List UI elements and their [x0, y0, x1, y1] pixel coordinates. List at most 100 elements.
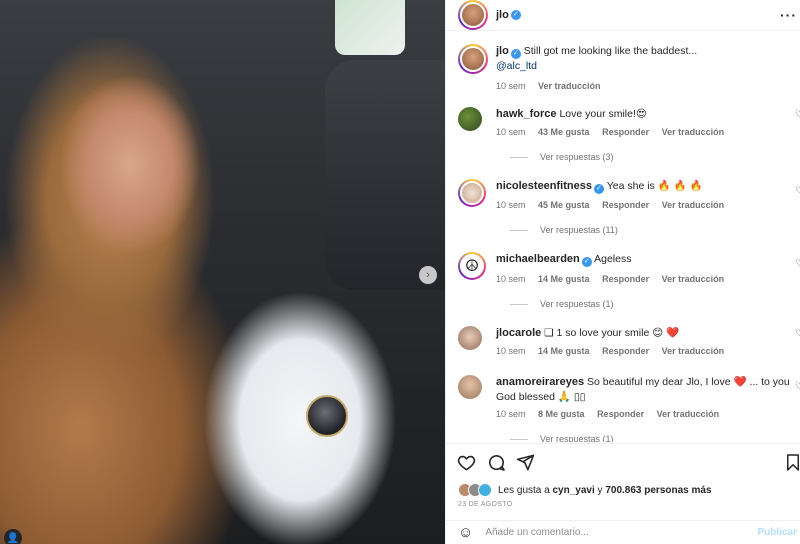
comment-username[interactable]: jlocarole [496, 327, 541, 339]
comment-likes[interactable]: 45 Me gusta [538, 200, 590, 210]
verified-badge-icon: ✓ [510, 10, 521, 20]
post-header: jlo ✓ ··· [446, 0, 800, 31]
likes-user[interactable]: cyn_yavi [553, 485, 595, 496]
comment-text: nicolesteenfitness ✓ Yea she is 🔥 🔥 🔥 [496, 179, 796, 194]
view-replies-label: Ver respuestas (1) [540, 434, 614, 442]
view-replies-label: Ver respuestas (3) [540, 152, 614, 162]
action-bar [446, 443, 800, 479]
car-seat [325, 60, 445, 290]
avatar[interactable] [458, 326, 482, 350]
comment-text: anamoreirareyes So beautiful my dear Jlo… [496, 375, 796, 405]
view-replies-label: Ver respuestas (1) [540, 299, 614, 309]
heart-icon[interactable] [456, 452, 476, 472]
avatar[interactable] [458, 107, 482, 131]
user-tag-icon[interactable]: 👤 [4, 529, 22, 544]
caption-mention[interactable]: @alc_ltd [496, 60, 537, 72]
comment-body: Ageless [594, 253, 632, 265]
comment-meta: 10 sem 14 Me gusta Responder Ver traducc… [496, 274, 734, 284]
comment-username[interactable]: anamoreirareyes [496, 376, 584, 388]
view-replies-button[interactable]: Ver respuestas (11) [510, 225, 618, 235]
likers-avatars[interactable] [458, 483, 492, 497]
translate-link[interactable]: Ver traducción [662, 127, 725, 137]
comment-username[interactable]: nicolesteenfitness [496, 180, 592, 192]
heart-icon[interactable]: ♡ [795, 109, 800, 120]
comment-time[interactable]: 10 sem [496, 200, 526, 210]
translate-link[interactable]: Ver traducción [662, 200, 725, 210]
comment-body: Love your smile!😍 [559, 108, 647, 120]
avatar[interactable] [458, 0, 488, 30]
heart-icon[interactable]: ♡ [795, 381, 800, 392]
divider [510, 438, 528, 440]
reply-button[interactable]: Responder [602, 200, 649, 210]
comment-meta: 10 sem 43 Me gusta Responder Ver traducc… [496, 127, 734, 137]
avatar[interactable]: ☮ [458, 252, 486, 280]
caption-text: jlo ✓ Still got me looking like the badde… [496, 44, 796, 74]
heart-icon[interactable]: ♡ [795, 328, 800, 339]
avatar[interactable] [458, 44, 488, 74]
comment-username[interactable]: hawk_force [496, 108, 557, 120]
post-photo[interactable]: › 👤 [0, 0, 445, 544]
verified-badge-icon: ✓ [510, 49, 521, 59]
comment-likes[interactable]: 43 Me gusta [538, 127, 590, 137]
post-date[interactable]: 23 DE AGOSTO [458, 501, 512, 508]
caption-body: Still got me looking like the baddest... [523, 45, 698, 57]
chevron-right-icon[interactable]: › [419, 266, 437, 284]
comment-time[interactable]: 10 sem [496, 346, 526, 356]
translate-link[interactable]: Ver traducción [657, 409, 720, 419]
caption-username[interactable]: jlo [496, 45, 509, 57]
view-replies-button[interactable]: Ver respuestas (1) [510, 434, 614, 442]
ellipsis-icon[interactable]: ··· [780, 7, 797, 23]
reply-button[interactable]: Responder [602, 346, 649, 356]
comment-text: michaelbearden ✓ Ageless [496, 252, 796, 267]
likes-summary: Les gusta a cyn_yavi y 700.863 personas … [458, 481, 712, 499]
translate-link[interactable]: Ver traducción [538, 81, 601, 91]
view-replies-button[interactable]: Ver respuestas (3) [510, 152, 614, 162]
avatar[interactable] [458, 179, 486, 207]
avatar[interactable] [458, 375, 482, 399]
share-icon[interactable] [515, 452, 535, 472]
verified-badge-icon: ✓ [593, 184, 604, 194]
view-replies-label: Ver respuestas (11) [540, 225, 618, 235]
comment-username[interactable]: michaelbearden [496, 253, 580, 265]
caption-meta: 10 sem Ver traducción [496, 81, 611, 91]
necklace-pendant [306, 395, 348, 437]
comment-meta: 10 sem 45 Me gusta Responder Ver traducc… [496, 200, 734, 210]
comment-text: jlocarole ❏ 1 so love your smile 😊 ❤️ [496, 326, 796, 341]
post-button[interactable]: Publicar [758, 527, 797, 538]
view-replies-button[interactable]: Ver respuestas (1) [510, 299, 614, 309]
comment-time[interactable]: 10 sem [496, 127, 526, 137]
comment-text: hawk_force Love your smile!😍 [496, 107, 796, 122]
comment-icon[interactable] [486, 452, 506, 472]
likes-count[interactable]: 700.863 personas más [605, 485, 711, 496]
reply-button[interactable]: Responder [602, 127, 649, 137]
heart-icon[interactable]: ♡ [795, 258, 800, 269]
reply-button[interactable]: Responder [602, 274, 649, 284]
caption-time[interactable]: 10 sem [496, 81, 526, 91]
comments-list[interactable]: jlo ✓ Still got me looking like the badde… [446, 32, 800, 442]
header-username[interactable]: jlo [496, 9, 509, 21]
reply-button[interactable]: Responder [597, 409, 644, 419]
comment-composer: ☺ Añade un comentario... Publicar [446, 520, 800, 544]
comment-likes[interactable]: 14 Me gusta [538, 346, 590, 356]
post-side-panel: jlo ✓ ··· jlo ✓ Still got me looking like… [445, 0, 800, 544]
peace-icon: ☮ [460, 254, 484, 278]
comment-time[interactable]: 10 sem [496, 409, 526, 419]
heart-icon[interactable]: ♡ [795, 185, 800, 196]
comment-meta: 10 sem 14 Me gusta Responder Ver traducc… [496, 346, 734, 356]
verified-badge-icon: ✓ [581, 257, 592, 267]
emoji-icon[interactable]: ☺ [458, 524, 473, 541]
divider [510, 303, 528, 305]
comment-likes[interactable]: 14 Me gusta [538, 274, 590, 284]
divider [510, 229, 528, 231]
translate-link[interactable]: Ver traducción [662, 346, 725, 356]
comment-input[interactable]: Añade un comentario... [485, 527, 588, 538]
likes-conj: y [597, 484, 603, 496]
comment-meta: 10 sem 8 Me gusta Responder Ver traducci… [496, 409, 729, 419]
bookmark-icon[interactable] [783, 452, 800, 472]
comment-time[interactable]: 10 sem [496, 274, 526, 284]
comment-body: Yea she is 🔥 🔥 🔥 [606, 180, 703, 192]
car-window [335, 0, 405, 55]
likes-prefix: Les gusta a [498, 484, 550, 496]
translate-link[interactable]: Ver traducción [662, 274, 725, 284]
comment-likes[interactable]: 8 Me gusta [538, 409, 585, 419]
